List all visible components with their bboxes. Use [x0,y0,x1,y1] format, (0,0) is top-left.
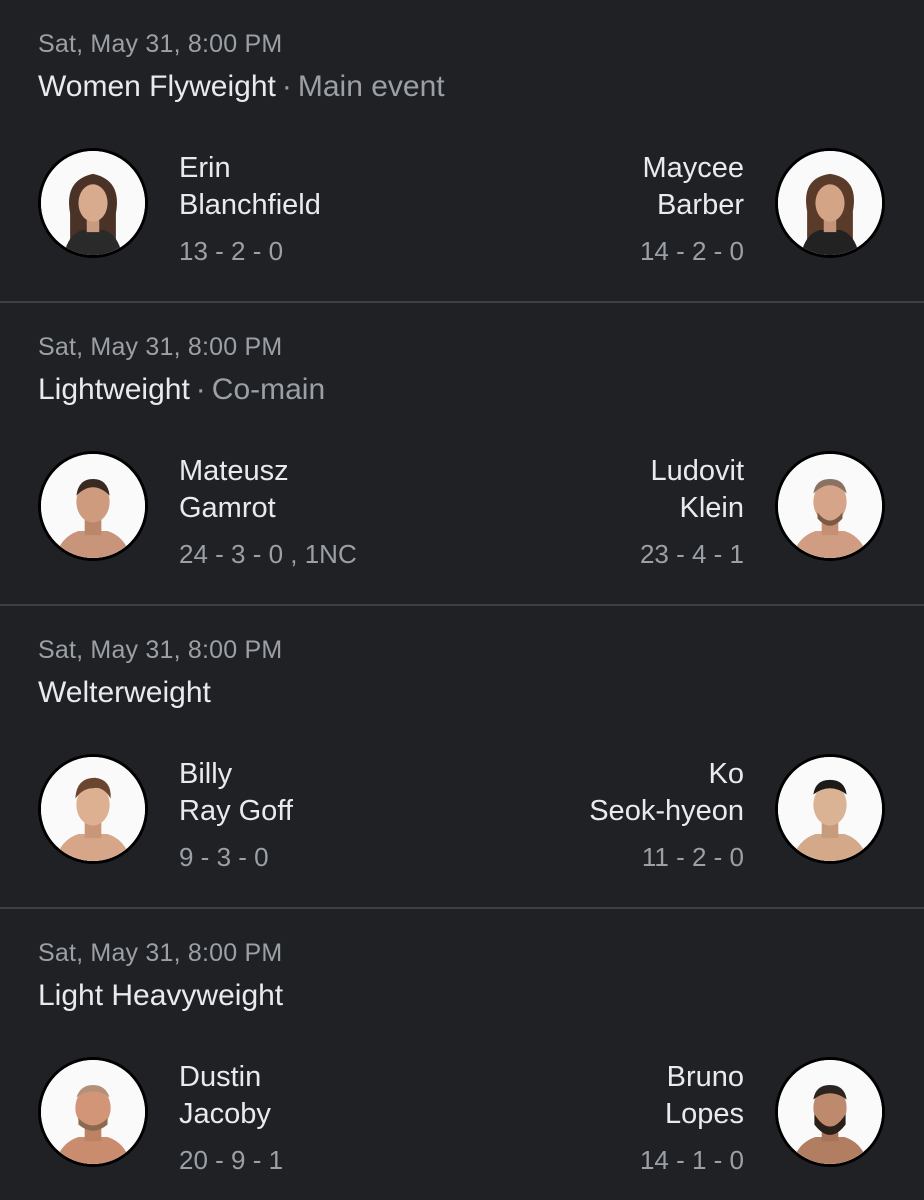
male-fighter-portrait-icon [41,1060,145,1164]
fighter1-record: 24 - 3 - 0 , 1NC [179,539,357,569]
fighter-avatar-male-fighter-portrait-icon[interactable] [775,754,885,864]
fight-division: Welterweight [38,676,211,710]
fighter-avatar-male-fighter-portrait-icon[interactable] [775,451,885,561]
fight-division: Light Heavyweight [38,979,283,1013]
fighter2-record: 14 - 2 - 0 [639,236,744,266]
fighter1-last-name: Ray Goff [179,795,293,827]
fighter-avatar-male-fighter-portrait-icon[interactable] [38,451,148,561]
division-name: Welterweight [38,676,211,709]
fighter2-record: 23 - 4 - 1 [639,539,744,569]
fight-tag: Co-main [211,373,326,406]
fighter2-first-name: Ludovit [650,455,744,487]
fighter2-last-name: Klein [679,492,745,524]
male-fighter-portrait-icon [778,1060,882,1164]
fighter2-first-name: Maycee [642,152,744,184]
fighter-avatar-female-fighter-portrait-icon[interactable] [775,148,885,258]
fight-card-list: Sat, May 31, 8:00 PM Women Flyweight · Mai… [0,0,924,1200]
male-fighter-portrait-icon [778,757,882,861]
separator-dot: · [281,70,292,103]
division-name: Light Heavyweight [38,979,284,1012]
fight-division: Lightweight · Co-main [38,373,325,407]
fighter1-name[interactable]: Erin Blanchfield [179,150,321,224]
fighter1-record: 13 - 2 - 0 [179,236,284,266]
fight-card[interactable]: Sat, May 31, 8:00 PM Lightweight · Co-main… [0,303,924,606]
fighter1-first-name: Erin [179,152,231,184]
fighter1-last-name: Blanchfield [179,189,321,221]
fighter1-last-name: Jacoby [179,1098,271,1130]
fighter1-record: 9 - 3 - 0 [179,842,269,872]
fighter2-first-name: Ko [708,758,744,790]
division-name: Women Flyweight [38,70,276,103]
fighter2-name[interactable]: Maycee Barber [642,150,744,224]
fight-card[interactable]: Sat, May 31, 8:00 PM Welterweight Billy … [0,606,924,909]
fight-date: Sat, May 31, 8:00 PM [38,636,283,664]
fight-date: Sat, May 31, 8:00 PM [38,939,283,967]
fighter2-name[interactable]: Ko Seok-hyeon [589,756,744,830]
fighter2-record: 11 - 2 - 0 [641,842,744,872]
fight-card[interactable]: Sat, May 31, 8:00 PM Women Flyweight · Mai… [0,0,924,303]
fight-date: Sat, May 31, 8:00 PM [38,30,283,58]
fighter-avatar-male-fighter-portrait-icon[interactable] [38,754,148,864]
division-name: Lightweight [38,373,190,406]
fight-tag: Main event [297,70,445,103]
separator-dot: · [195,373,206,406]
fighter1-first-name: Dustin [179,1061,262,1093]
fighter-avatar-female-fighter-portrait-icon[interactable] [38,148,148,258]
fighter2-first-name: Bruno [666,1061,744,1093]
fighter1-last-name: Gamrot [179,492,276,524]
fighter1-name[interactable]: Dustin Jacoby [179,1059,271,1133]
female-fighter-portrait-icon [41,151,145,255]
fight-card[interactable]: Sat, May 31, 8:00 PM Light Heavyweight D… [0,909,924,1200]
fight-division: Women Flyweight · Main event [38,70,445,104]
fighter1-first-name: Mateusz [179,455,289,487]
fighter2-last-name: Seok-hyeon [589,795,744,827]
fighter1-name[interactable]: Billy Ray Goff [179,756,293,830]
female-fighter-portrait-icon [778,151,882,255]
fighter2-name[interactable]: Ludovit Klein [650,453,744,527]
fight-date: Sat, May 31, 8:00 PM [38,333,283,361]
male-fighter-portrait-icon [41,757,145,861]
fighter1-first-name: Billy [179,758,233,790]
fighter2-record: 14 - 1 - 0 [639,1145,744,1175]
fighter1-name[interactable]: Mateusz Gamrot [179,453,289,527]
fighter2-last-name: Lopes [664,1098,744,1130]
fighter1-record: 20 - 9 - 1 [179,1145,284,1175]
fighter-avatar-male-fighter-portrait-icon[interactable] [38,1057,148,1167]
male-fighter-portrait-icon [778,454,882,558]
fighter-avatar-male-fighter-portrait-icon[interactable] [775,1057,885,1167]
fighter2-last-name: Barber [656,189,744,221]
fighter2-name[interactable]: Bruno Lopes [665,1059,744,1133]
male-fighter-portrait-icon [41,454,145,558]
